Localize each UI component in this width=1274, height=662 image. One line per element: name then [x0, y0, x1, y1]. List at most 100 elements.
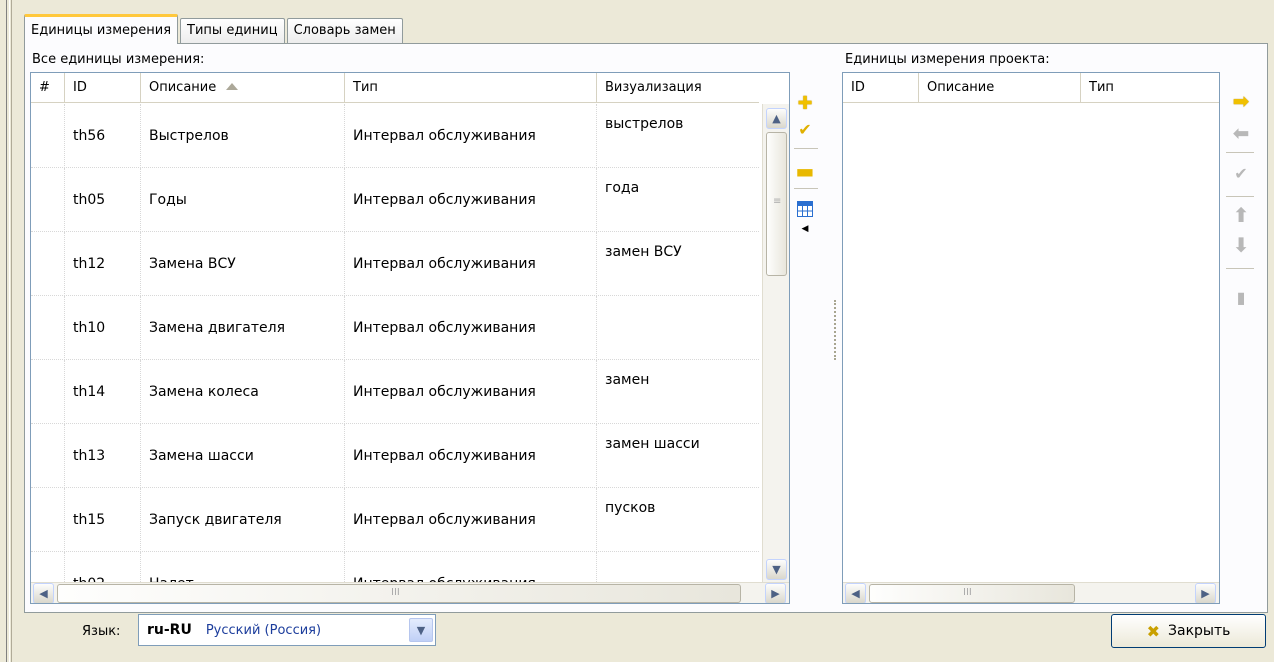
table-row[interactable]: th56 Выстрелов Интервал обслуживания выстре…: [31, 104, 759, 168]
cell-number: [31, 104, 65, 168]
cell-id: th13: [65, 424, 141, 488]
minus-icon[interactable]: ▬: [794, 159, 816, 183]
cell-description: Годы: [141, 168, 345, 232]
cell-description: Замена колеса: [141, 360, 345, 424]
cell-type: Интервал обслуживания: [345, 104, 597, 168]
project-units-label: Единицы измерения проекта:: [845, 52, 1050, 67]
language-name: Русский (Россия): [205, 622, 322, 638]
cell-number: [31, 296, 65, 360]
column-chooser-icon[interactable]: ▮: [1230, 286, 1252, 308]
scroll-left-button[interactable]: ◀: [845, 583, 866, 603]
project-units-grid[interactable]: ID Описание Тип ◀ III ▶: [842, 72, 1220, 604]
hscroll-grip: III: [391, 587, 400, 598]
toolbar-separator: [1226, 196, 1254, 197]
col-header-type[interactable]: Тип: [345, 73, 597, 103]
scroll-up-button[interactable]: ▲: [766, 108, 787, 129]
tab-strip: Единицы измерения Типы единиц Словарь за…: [24, 14, 405, 44]
col-header-type[interactable]: Тип: [1081, 73, 1219, 103]
cell-type: Интервал обслуживания: [345, 424, 597, 488]
cell-number: [31, 360, 65, 424]
scroll-grip-icon: ≡: [773, 196, 782, 207]
col-header-visualization[interactable]: Визуализация: [597, 73, 759, 103]
col-header-id[interactable]: ID: [843, 73, 919, 103]
check-icon[interactable]: ✔: [1230, 162, 1252, 184]
cell-number: [31, 232, 65, 296]
cell-id: th14: [65, 360, 141, 424]
scroll-left-button[interactable]: ◀: [33, 583, 54, 603]
all-units-grid[interactable]: # ID Описание Тип Визуализация th56 Выстр…: [30, 72, 790, 604]
col-header-id[interactable]: ID: [65, 73, 141, 103]
col-header-number[interactable]: #: [31, 73, 65, 103]
splitter-grip[interactable]: [834, 300, 836, 360]
cell-id: th15: [65, 488, 141, 552]
cell-visualization: выстрелов: [605, 116, 684, 132]
plus-icon[interactable]: ✚: [794, 92, 816, 114]
cell-type: Интервал обслуживания: [345, 488, 597, 552]
close-button[interactable]: ✖ Закрыть: [1111, 614, 1266, 648]
cell-visualization: [597, 296, 759, 360]
cell-description: Замена двигателя: [141, 296, 345, 360]
sort-ascending-icon: [226, 83, 239, 90]
cell-id: th10: [65, 296, 141, 360]
cell-description: Выстрелов: [141, 104, 345, 168]
window-left-edge: [0, 0, 12, 662]
arrow-up-icon[interactable]: ⬆: [1230, 203, 1252, 227]
language-label: Язык:: [82, 624, 121, 639]
col-header-description[interactable]: Описание: [919, 73, 1081, 103]
cell-id: th12: [65, 232, 141, 296]
toolbar-separator: [1226, 152, 1254, 153]
cell-number: [31, 424, 65, 488]
column-chooser-icon[interactable]: [794, 198, 816, 220]
project-grid-header: ID Описание Тип: [843, 73, 1219, 103]
cell-visualization: пусков: [605, 500, 656, 516]
close-icon: ✖: [1146, 621, 1161, 641]
cell-visualization: года: [605, 180, 640, 196]
all-units-label: Все единицы измерения:: [32, 52, 205, 67]
grid-header: # ID Описание Тип Визуализация: [31, 73, 759, 103]
cell-visualization: замен шасси: [605, 436, 700, 452]
cell-number: [31, 488, 65, 552]
cell-id: th56: [65, 104, 141, 168]
vertical-scrollbar[interactable]: ▲ ≡ ▼: [762, 104, 789, 582]
grid-rows: th56 Выстрелов Интервал обслуживания выстре…: [31, 104, 759, 603]
scroll-down-button[interactable]: ▼: [766, 559, 787, 580]
cell-visualization: замен ВСУ: [605, 244, 682, 260]
table-row[interactable]: th15 Запуск двигателя Интервал обслуживани…: [31, 488, 759, 552]
cell-description: Замена ВСУ: [141, 232, 345, 296]
cell-description: Запуск двигателя: [141, 488, 345, 552]
cell-number: [31, 168, 65, 232]
chevron-down-icon[interactable]: ▼: [409, 618, 433, 642]
hscroll-thumb[interactable]: [869, 584, 1075, 603]
table-row[interactable]: th10 Замена двигателя Интервал обслуживани…: [31, 296, 759, 360]
cell-type: Интервал обслуживания: [345, 360, 597, 424]
horizontal-scrollbar[interactable]: ◀ III ▶: [31, 582, 789, 603]
toolbar-separator: [1226, 268, 1254, 269]
check-icon[interactable]: ✔: [794, 118, 816, 140]
tab-units[interactable]: Единицы измерения: [24, 14, 179, 44]
table-row[interactable]: th14 Замена колеса Интервал обслуживания за…: [31, 360, 759, 424]
language-select[interactable]: ru-RU Русский (Россия) ▼: [138, 614, 436, 646]
toolbar-separator: [794, 188, 818, 189]
table-row[interactable]: th12 Замена ВСУ Интервал обслуживания замен…: [31, 232, 759, 296]
cell-type: Интервал обслуживания: [345, 168, 597, 232]
tab-unit-types[interactable]: Типы единиц: [180, 18, 285, 44]
small-left-arrow-icon[interactable]: ◀: [794, 218, 816, 240]
arrow-left-icon[interactable]: ⬅: [1230, 121, 1252, 145]
cell-visualization: замен: [605, 372, 650, 388]
cell-type: Интервал обслуживания: [345, 296, 597, 360]
table-row[interactable]: th13 Замена шасси Интервал обслуживания зам…: [31, 424, 759, 488]
arrow-down-icon[interactable]: ⬇: [1230, 233, 1252, 257]
hscroll-grip: III: [963, 587, 972, 598]
language-code: ru-RU: [147, 622, 192, 638]
cell-id: th05: [65, 168, 141, 232]
col-header-description[interactable]: Описание: [141, 73, 345, 103]
cell-type: Интервал обслуживания: [345, 232, 597, 296]
horizontal-scrollbar[interactable]: ◀ III ▶: [843, 582, 1219, 603]
scroll-right-button[interactable]: ▶: [1195, 583, 1216, 603]
table-row[interactable]: th05 Годы Интервал обслуживания года: [31, 168, 759, 232]
toolbar-separator: [794, 148, 818, 149]
arrow-right-icon[interactable]: ➡: [1230, 89, 1252, 113]
tab-replacement-dictionary[interactable]: Словарь замен: [286, 18, 403, 44]
scroll-right-button[interactable]: ▶: [765, 583, 786, 603]
cell-description: Замена шасси: [141, 424, 345, 488]
